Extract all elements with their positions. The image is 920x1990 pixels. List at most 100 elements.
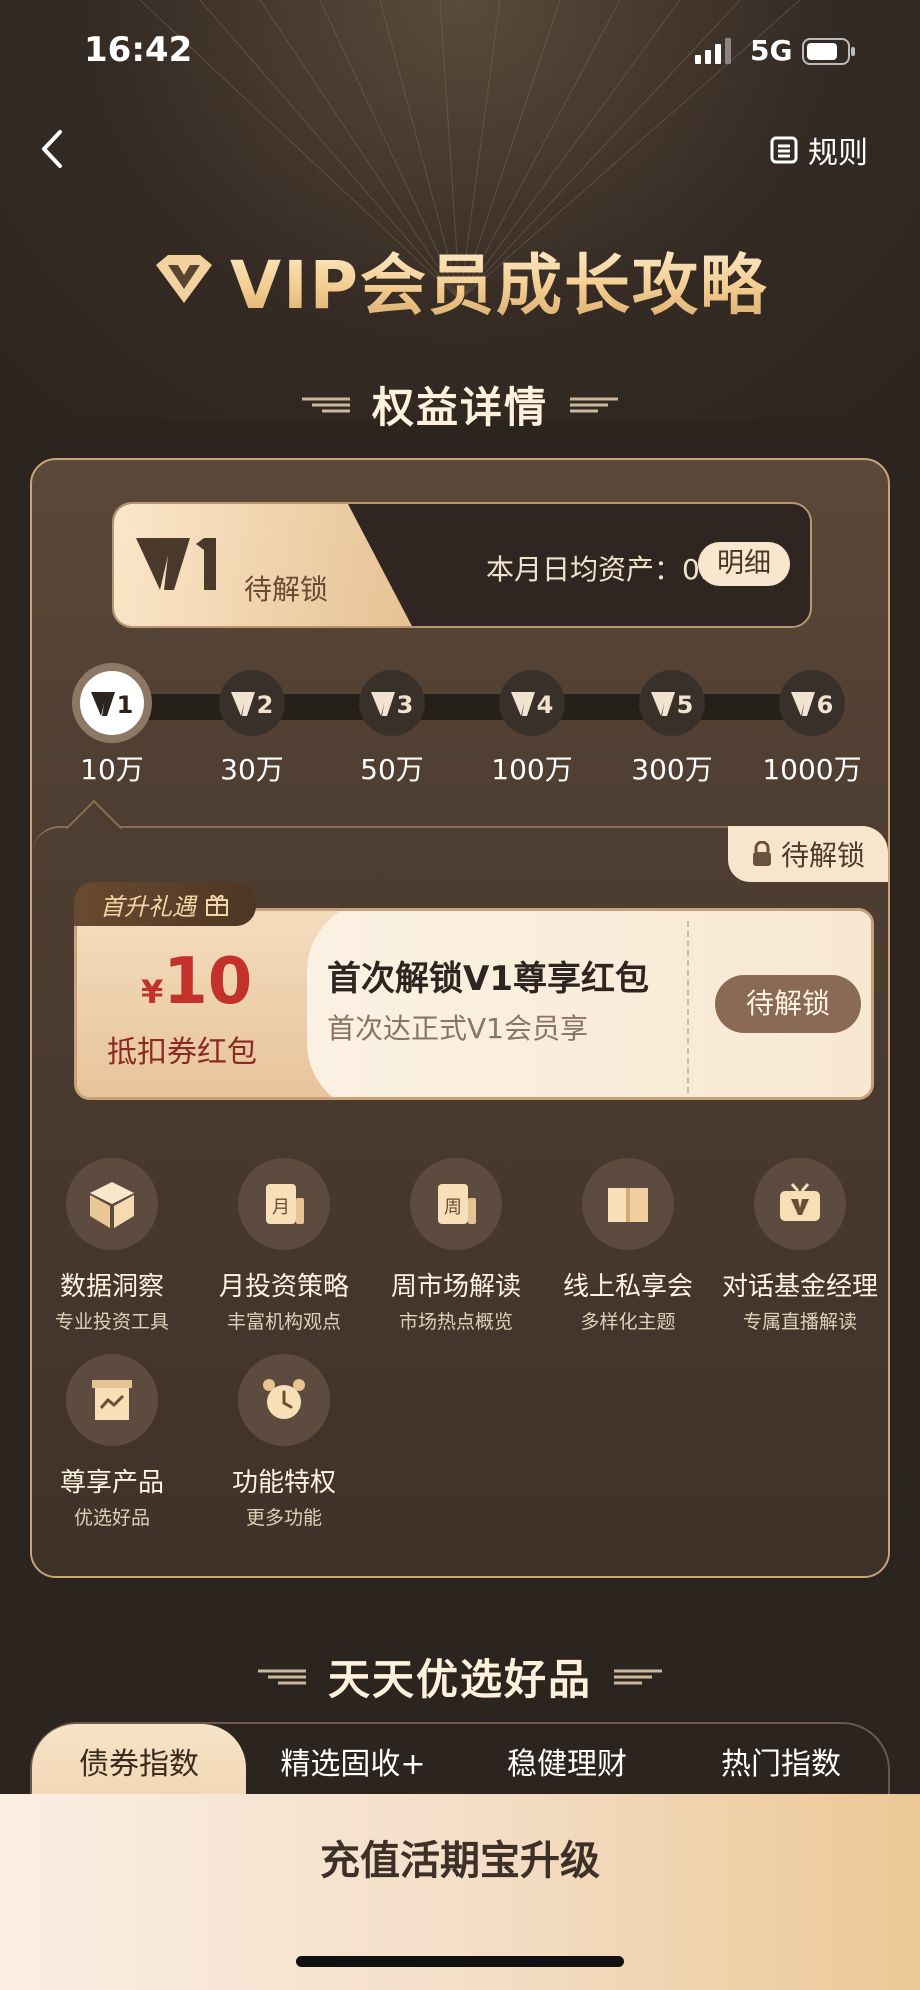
level-node-v3[interactable]: 3 50万: [332, 670, 452, 788]
svg-text:4: 4: [537, 691, 554, 718]
feature-desc: 优选好品: [73, 1507, 150, 1529]
coupon-subtitle: 首次达正式V1会员享: [327, 1012, 588, 1045]
feature-desc: 更多功能: [245, 1507, 322, 1529]
benefits-panel: 待解锁 本月日均资产：0.00 明细 1 10万 2 30万 3 50万 4 100万 5 300…: [30, 458, 890, 1578]
svg-text:1: 1: [117, 691, 134, 718]
current-level-card: 待解锁 本月日均资产：0.00 明细: [112, 502, 812, 628]
v1-level-badge-icon: [136, 538, 216, 590]
tv-icon: [754, 1158, 846, 1250]
feature-item[interactable]: 尊享产品 优选好品: [26, 1354, 198, 1530]
feature-item[interactable]: 周周市场解读市场热点概览: [370, 1158, 542, 1334]
coupon-unlock-button[interactable]: 待解锁: [715, 975, 861, 1033]
feature-desc: 专业投资工具: [54, 1311, 169, 1333]
coupon-title: 首次解锁V1尊享红包: [327, 959, 649, 999]
level-node-v5[interactable]: 5 300万: [612, 670, 732, 788]
feature-name: 对话基金经理: [721, 1272, 878, 1302]
locked-tag: 待解锁: [728, 826, 888, 882]
monthly-calendar-icon: 月: [238, 1158, 330, 1250]
status-bar: 16:42 5G: [0, 0, 920, 104]
status-time: 16:42: [84, 30, 193, 70]
home-indicator: [296, 1956, 624, 1967]
recharge-upgrade-button[interactable]: 充值活期宝升级: [0, 1828, 920, 1886]
svg-text:月: 月: [272, 1197, 290, 1218]
pointer-notch: [65, 799, 123, 857]
locked-tag-label: 待解锁: [780, 839, 865, 872]
rules-label: 规则: [808, 136, 868, 171]
feature-name: 线上私享会: [562, 1272, 693, 1302]
level-amount: 100万: [491, 753, 573, 786]
weekly-calendar-icon: 周: [410, 1158, 502, 1250]
feature-desc: 丰富机构观点: [226, 1311, 341, 1333]
detail-button[interactable]: 明细: [698, 542, 790, 586]
level-badge-icon: 2: [219, 670, 285, 736]
gift-icon: [206, 894, 228, 916]
diamond-v-icon: [155, 255, 212, 303]
level-node-v2[interactable]: 2 30万: [192, 670, 312, 788]
hero-title-text: VIP会员成长攻略: [230, 232, 768, 328]
feature-item[interactable]: 数据洞察专业投资工具: [26, 1158, 198, 1334]
coupon-divider: [687, 921, 689, 1093]
svg-text:2: 2: [257, 691, 274, 718]
rules-button[interactable]: 规则: [770, 128, 868, 172]
feature-item[interactable]: 线上私享会多样化主题: [542, 1158, 714, 1334]
feature-name: 数据洞察: [59, 1272, 164, 1302]
network-type: 5G: [750, 34, 793, 67]
level-badge-icon: 5: [639, 670, 705, 736]
chart-box-icon: [66, 1354, 158, 1446]
svg-text:5: 5: [677, 691, 694, 718]
battery-icon: [802, 38, 855, 65]
feature-name: 功能特权: [231, 1468, 336, 1498]
level-amount: 10万: [80, 753, 144, 786]
level-amount: 30万: [220, 753, 284, 786]
feature-item[interactable]: 月月投资策略丰富机构观点: [198, 1158, 370, 1334]
right-deco-lines-icon: [614, 1669, 662, 1684]
level-progress: 1 10万 2 30万 3 50万 4 100万 5 300万 6 1000万: [62, 663, 862, 786]
coupon-amount: ¥10: [141, 945, 252, 1019]
left-deco-lines-icon: [257, 1669, 306, 1684]
level-status: 待解锁: [244, 573, 329, 606]
signal-icon: [695, 38, 731, 64]
feature-item[interactable]: 对话基金经理专属直播解读: [714, 1158, 886, 1334]
svg-text:周: 周: [444, 1197, 462, 1218]
list-icon: [770, 136, 798, 164]
level-amount: 1000万: [762, 753, 862, 786]
level-node-v6[interactable]: 6 1000万: [752, 670, 872, 788]
section-title-products: 天天优选好品: [0, 1646, 920, 1707]
coupon-value: 10: [163, 945, 253, 1019]
right-deco-lines-icon: [570, 397, 618, 412]
feature-desc: 专属直播解读: [742, 1311, 857, 1333]
level-badge-icon: 4: [499, 670, 565, 736]
feature-desc: 市场热点概览: [398, 1311, 513, 1333]
feature-desc: 多样化主题: [580, 1311, 676, 1333]
level-badge-icon: 6: [779, 670, 845, 736]
coupon-card[interactable]: ¥10 抵扣券红包 首次解锁V1尊享红包 首次达正式V1会员享 待解锁: [74, 908, 874, 1100]
first-upgrade-tag: 首升礼遇: [74, 882, 256, 926]
feature-name: 月投资策略: [218, 1272, 349, 1302]
level-node-v1[interactable]: 1 10万: [52, 663, 172, 788]
level-amount: 50万: [360, 753, 424, 786]
benefit-card: 待解锁 ¥10 抵扣券红包 首次解锁V1尊享红包 首次达正式V1会员享 待解锁 …: [32, 799, 888, 1576]
section-title-text: 权益详情: [371, 383, 548, 432]
left-deco-lines-icon: [301, 397, 350, 412]
section-title-benefits: 权益详情: [0, 374, 920, 435]
level-badge-icon: 1: [72, 663, 152, 743]
feature-item[interactable]: 功能特权 更多功能: [198, 1354, 370, 1530]
feature-name: 尊享产品: [59, 1468, 164, 1498]
lock-icon: [752, 841, 771, 866]
section-title-text: 天天优选好品: [327, 1655, 592, 1704]
coupon-currency: ¥: [141, 973, 164, 1011]
level-amount: 300万: [631, 753, 713, 786]
coupon-type: 抵扣券红包: [107, 1035, 257, 1070]
open-book-icon: [582, 1158, 674, 1250]
bottom-cta-bar[interactable]: 充值活期宝升级: [0, 1794, 920, 1990]
level-badge-icon: 3: [359, 670, 425, 736]
svg-text:3: 3: [397, 691, 414, 718]
svg-text:6: 6: [817, 691, 834, 718]
first-upgrade-label: 首升礼遇: [100, 892, 196, 921]
level-node-v4[interactable]: 4 100万: [472, 670, 592, 788]
alarm-clock-icon: [238, 1354, 330, 1446]
feature-name: 周市场解读: [390, 1272, 521, 1302]
cube-icon: [66, 1158, 158, 1250]
back-icon[interactable]: [36, 128, 70, 170]
hero-title: VIP会员成长攻略: [0, 232, 920, 328]
